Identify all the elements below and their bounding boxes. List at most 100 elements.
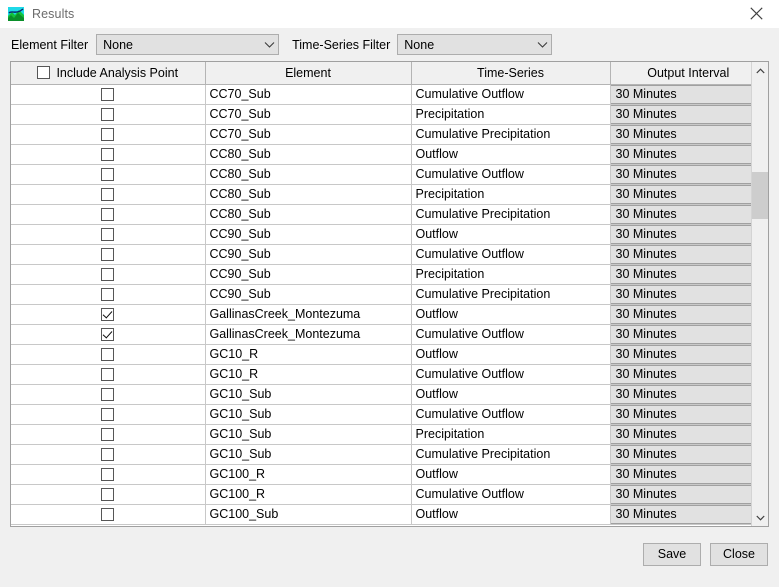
output-interval-dropdown[interactable]: 30 Minutes [610,264,751,283]
table-row[interactable]: GC100_R Outflow 30 Minutes [11,464,751,485]
output-interval-dropdown[interactable]: 30 Minutes [610,384,751,403]
output-interval-dropdown[interactable]: 30 Minutes [610,444,751,463]
timeseries-cell[interactable]: Cumulative Precipitation [411,284,611,305]
include-checkbox[interactable] [101,248,115,262]
output-interval-cell[interactable]: 30 Minutes [610,264,751,285]
include-checkbox[interactable] [101,488,115,502]
element-cell[interactable]: GallinasCreek_Montezuma [205,324,412,345]
element-cell[interactable]: CC80_Sub [205,144,412,165]
table-row[interactable]: CC90_Sub Outflow 30 Minutes [11,224,751,245]
table-row[interactable]: CC80_Sub Precipitation 30 Minutes [11,184,751,205]
include-checkbox[interactable] [101,108,115,122]
include-checkbox[interactable] [101,88,115,102]
row-include-cell[interactable] [11,364,206,385]
table-row[interactable]: GC100_R Cumulative Outflow 30 Minutes [11,484,751,505]
element-cell[interactable]: CC90_Sub [205,284,412,305]
scrollbar-track[interactable] [752,79,768,509]
element-cell[interactable]: CC70_Sub [205,104,412,125]
include-checkbox[interactable] [101,448,115,462]
scroll-down-arrow[interactable] [752,509,768,526]
output-interval-cell[interactable]: 30 Minutes [610,144,751,165]
table-row[interactable]: GallinasCreek_Montezuma Cumulative Outflo… [11,324,751,345]
row-include-cell[interactable] [11,164,206,185]
element-cell[interactable]: CC70_Sub [205,84,412,105]
row-include-cell[interactable] [11,84,206,105]
row-include-cell[interactable] [11,264,206,285]
timeseries-cell[interactable]: Cumulative Outflow [411,484,611,505]
row-include-cell[interactable] [11,384,206,405]
row-include-cell[interactable] [11,244,206,265]
element-cell[interactable]: CC80_Sub [205,164,412,185]
output-interval-cell[interactable]: 30 Minutes [610,424,751,445]
table-row[interactable]: CC90_Sub Precipitation 30 Minutes [11,264,751,285]
element-cell[interactable]: GC10_Sub [205,424,412,445]
element-cell[interactable]: GC10_Sub [205,384,412,405]
element-filter-dropdown[interactable]: None [96,34,280,55]
element-cell[interactable]: CC90_Sub [205,244,412,265]
timeseries-cell[interactable]: Outflow [411,504,611,525]
element-cell[interactable]: CC90_Sub [205,224,412,245]
include-checkbox[interactable] [101,468,115,482]
element-cell[interactable]: GC100_R [205,464,412,485]
table-row[interactable]: CC90_Sub Cumulative Outflow 30 Minutes [11,244,751,265]
output-interval-cell[interactable]: 30 Minutes [610,324,751,345]
output-interval-cell[interactable]: 30 Minutes [610,104,751,125]
close-icon[interactable] [733,0,779,27]
include-checkbox[interactable] [101,428,115,442]
table-row[interactable]: GC10_R Outflow 30 Minutes [11,344,751,365]
timeseries-cell[interactable]: Precipitation [411,424,611,445]
output-interval-dropdown[interactable]: 30 Minutes [610,184,751,203]
output-interval-cell[interactable]: 30 Minutes [610,124,751,145]
timeseries-cell[interactable]: Cumulative Outflow [411,244,611,265]
output-interval-dropdown[interactable]: 30 Minutes [610,324,751,343]
table-row[interactable]: CC80_Sub Cumulative Outflow 30 Minutes [11,164,751,185]
include-checkbox[interactable] [101,268,115,282]
output-interval-dropdown[interactable]: 30 Minutes [610,224,751,243]
element-cell[interactable]: GC10_R [205,344,412,365]
output-interval-cell[interactable]: 30 Minutes [610,344,751,365]
select-all-checkbox[interactable] [37,66,51,80]
save-button[interactable]: Save [643,542,701,566]
table-row[interactable]: CC70_Sub Cumulative Outflow 30 Minutes [11,84,751,105]
column-header-timeseries[interactable]: Time-Series [411,62,611,85]
timeseries-cell[interactable]: Cumulative Outflow [411,84,611,105]
timeseries-cell[interactable]: Cumulative Precipitation [411,124,611,145]
timeseries-cell[interactable]: Outflow [411,144,611,165]
output-interval-cell[interactable]: 30 Minutes [610,184,751,205]
row-include-cell[interactable] [11,184,206,205]
output-interval-cell[interactable]: 30 Minutes [610,84,751,105]
output-interval-dropdown[interactable]: 30 Minutes [610,84,751,103]
include-checkbox[interactable] [101,188,115,202]
element-cell[interactable]: GallinasCreek_Montezuma [205,304,412,325]
timeseries-cell[interactable]: Precipitation [411,264,611,285]
output-interval-dropdown[interactable]: 30 Minutes [610,364,751,383]
table-row[interactable]: CC80_Sub Outflow 30 Minutes [11,144,751,165]
timeseries-cell[interactable]: Cumulative Outflow [411,364,611,385]
include-checkbox[interactable] [101,408,115,422]
timeseries-cell[interactable]: Outflow [411,384,611,405]
output-interval-dropdown[interactable]: 30 Minutes [610,304,751,323]
include-checkbox[interactable] [101,328,115,342]
output-interval-dropdown[interactable]: 30 Minutes [610,104,751,123]
row-include-cell[interactable] [11,144,206,165]
table-row[interactable]: GallinasCreek_Montezuma Outflow 30 Minutes [11,304,751,325]
row-include-cell[interactable] [11,104,206,125]
element-cell[interactable]: GC100_R [205,484,412,505]
table-row[interactable]: CC70_Sub Precipitation 30 Minutes [11,104,751,125]
output-interval-cell[interactable]: 30 Minutes [610,384,751,405]
output-interval-cell[interactable]: 30 Minutes [610,304,751,325]
output-interval-cell[interactable]: 30 Minutes [610,484,751,505]
scrollbar-thumb[interactable] [752,172,768,219]
row-include-cell[interactable] [11,404,206,425]
output-interval-cell[interactable]: 30 Minutes [610,364,751,385]
table-row[interactable]: CC70_Sub Cumulative Precipitation 30 Minut… [11,124,751,145]
column-header-include[interactable]: Include Analysis Point [11,62,206,85]
row-include-cell[interactable] [11,464,206,485]
table-row[interactable]: GC10_Sub Cumulative Precipitation 30 Minut… [11,444,751,465]
timeseries-cell[interactable]: Cumulative Precipitation [411,204,611,225]
include-checkbox[interactable] [101,308,115,322]
timeseries-cell[interactable]: Cumulative Outflow [411,164,611,185]
output-interval-cell[interactable]: 30 Minutes [610,164,751,185]
row-include-cell[interactable] [11,284,206,305]
output-interval-cell[interactable]: 30 Minutes [610,504,751,525]
